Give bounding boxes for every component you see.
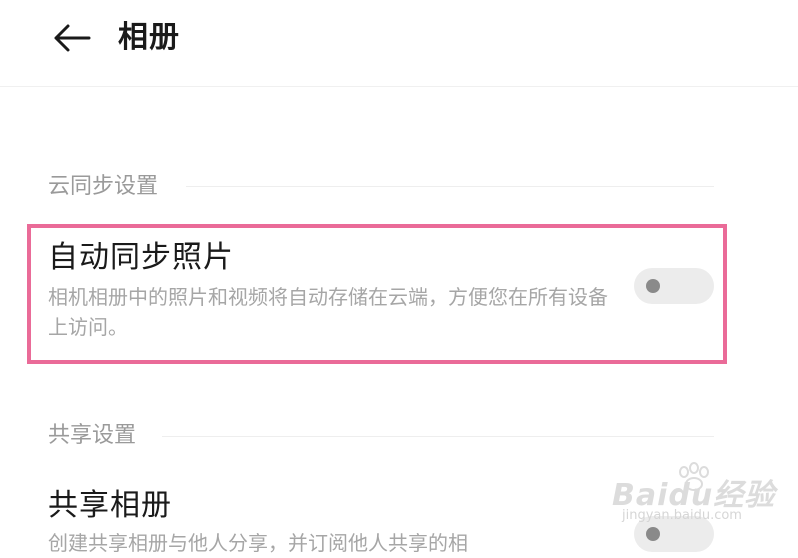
section-label-sharing: 共享设置 [48, 423, 137, 448]
row-title-auto-sync: 自动同步照片 [48, 240, 234, 275]
watermark-url: jingyan.baidu.com [622, 508, 742, 523]
row-description-shared-album: 创建共享相册与他人分享，并订阅他人共享的相 [48, 531, 468, 555]
arrow-left-icon [54, 24, 91, 52]
auto-sync-toggle[interactable] [634, 268, 714, 304]
section-divider [162, 436, 714, 437]
section-label-cloud-sync: 云同步设置 [48, 174, 159, 199]
page-title: 相册 [118, 20, 180, 55]
header-divider [0, 86, 798, 87]
row-description-auto-sync: 相机相册中的照片和视频将自动存储在云端，方便您在所有设备上访问。 [48, 285, 608, 339]
toggle-knob [646, 279, 660, 293]
section-divider [186, 186, 714, 187]
baidu-watermark: Baidu经验 jingyan.baidu.com [612, 462, 788, 532]
header-bar: 相册 [0, 0, 798, 86]
row-title-shared-album: 共享相册 [48, 488, 172, 523]
back-button[interactable] [48, 18, 96, 58]
